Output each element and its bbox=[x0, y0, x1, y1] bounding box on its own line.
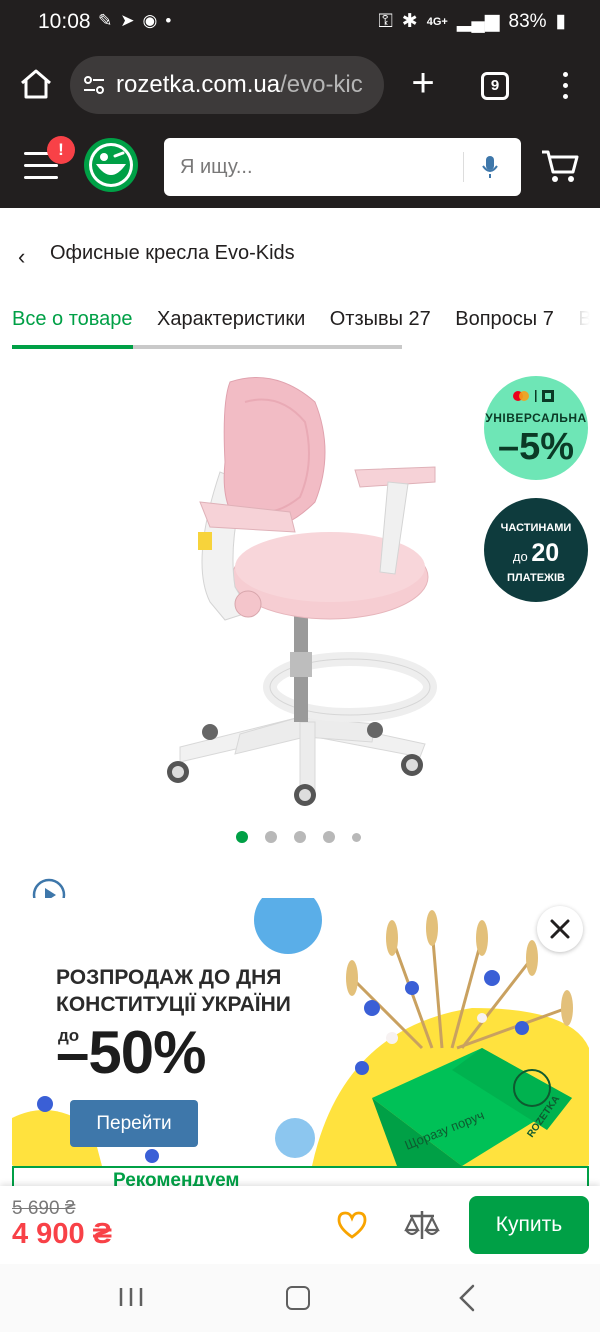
rozetka-logo[interactable] bbox=[82, 136, 140, 194]
microphone-icon[interactable] bbox=[482, 155, 498, 179]
tab-switcher-button[interactable]: 9 bbox=[481, 72, 509, 100]
browser-toolbar: rozetka.com.ua/evo-kic + 9 bbox=[0, 44, 600, 126]
site-header: ! Я ищу... bbox=[0, 126, 600, 208]
signal-icon: ▂▄▆ bbox=[456, 11, 500, 32]
clock: 10:08 bbox=[38, 10, 91, 33]
gallery-dot[interactable] bbox=[323, 831, 335, 843]
telegram-icon: ➤ bbox=[120, 11, 135, 30]
back-icon[interactable] bbox=[458, 1284, 476, 1312]
close-icon[interactable] bbox=[537, 906, 583, 952]
tabs-active-indicator bbox=[12, 345, 133, 349]
current-price: 4 900 ₴ bbox=[12, 1218, 112, 1250]
site-settings-icon[interactable] bbox=[82, 73, 106, 97]
status-notification-icons: ✎ ➤ ◉ • bbox=[98, 11, 171, 31]
key-icon: ⚿ bbox=[378, 10, 393, 32]
notification-badge: ! bbox=[47, 136, 75, 164]
compare-scales-icon[interactable] bbox=[404, 1208, 440, 1242]
system-nav-bar bbox=[0, 1264, 600, 1332]
buy-bar: 5 690 ₴ 4 900 ₴ Купить bbox=[0, 1186, 600, 1264]
installment-line3: ПЛАТЕЖІВ bbox=[506, 572, 566, 584]
old-price: 5 690 ₴ bbox=[12, 1198, 76, 1219]
tab-characteristics[interactable]: Характеристики bbox=[157, 296, 305, 331]
recent-apps-icon[interactable] bbox=[118, 1286, 144, 1308]
gallery-dot[interactable] bbox=[294, 831, 306, 843]
promo-line1: РОЗПРОДАЖ ДО ДНЯ bbox=[56, 966, 282, 989]
tab-questions[interactable]: Вопросы 7 bbox=[455, 296, 554, 331]
buy-button[interactable]: Купить bbox=[469, 1196, 589, 1254]
installment-line1: ЧАСТИНАМИ bbox=[500, 522, 572, 534]
promo-line2: КОНСТИТУЦІЇ УКРАЇНИ bbox=[56, 993, 291, 1016]
gallery-dot[interactable] bbox=[265, 831, 277, 843]
gallery-dot[interactable] bbox=[236, 831, 248, 843]
search-divider bbox=[463, 152, 464, 182]
url-text: rozetka.com.ua/evo-kic bbox=[116, 71, 372, 99]
product-tabs: Все о товаре Характеристики Отзывы 27 Во… bbox=[12, 296, 590, 352]
discount-label: УНІВЕРСАЛЬНА bbox=[485, 411, 587, 425]
payment-cards-icon bbox=[513, 390, 554, 402]
more-dot-icon: • bbox=[165, 11, 172, 30]
promo-banner[interactable]: Щоразу поруч ROZETKA РОЗПРОДАЖ ДО ДНЯ КО… bbox=[12, 898, 589, 1166]
breadcrumb[interactable]: ‹ Офисные кресла Evo-Kids bbox=[0, 230, 600, 278]
product-image[interactable] bbox=[150, 362, 450, 812]
home-nav-icon[interactable] bbox=[286, 1286, 310, 1310]
discount-value: –5% bbox=[497, 426, 575, 468]
status-bar: 10:08 ✎ ➤ ◉ • ⚿ ✱ 4G+ ▂▄▆ 83% ▮ bbox=[0, 0, 600, 44]
url-host: rozetka.com.ua bbox=[116, 71, 281, 98]
battery-icon: ▮ bbox=[555, 11, 566, 32]
gallery-dot[interactable] bbox=[352, 832, 361, 842]
home-icon[interactable] bbox=[18, 66, 54, 102]
network-type: 4G+ bbox=[426, 15, 448, 28]
status-system-icons: ⚿ ✱ 4G+ ▂▄▆ 83% ▮ bbox=[378, 10, 566, 33]
search-placeholder: Я ищу... bbox=[180, 156, 253, 178]
heart-icon[interactable] bbox=[336, 1210, 368, 1240]
url-bar[interactable]: rozetka.com.ua/evo-kic bbox=[70, 56, 384, 114]
gallery-pagination bbox=[236, 830, 361, 844]
cart-icon[interactable] bbox=[540, 148, 580, 184]
chevron-left-icon: ‹ bbox=[18, 244, 26, 269]
installment-prefix: до bbox=[512, 549, 528, 564]
universal-discount-badge[interactable]: УНІВЕРСАЛЬНА –5% bbox=[484, 376, 588, 480]
tab-reviews[interactable]: Отзывы 27 bbox=[330, 296, 431, 331]
installment-badge[interactable]: ЧАСТИНАМИ до 20 ПЛАТЕЖІВ bbox=[484, 498, 588, 602]
url-path: /evo-kic bbox=[280, 71, 363, 98]
tabs-fade bbox=[566, 296, 590, 342]
promo-percent: –50% bbox=[56, 1019, 206, 1086]
installment-number: 20 bbox=[531, 539, 560, 567]
bluetooth-icon: ✱ bbox=[401, 11, 418, 32]
search-input[interactable]: Я ищу... bbox=[164, 138, 521, 196]
browser-menu-button[interactable] bbox=[556, 70, 574, 100]
breadcrumb-label: Офисные кресла Evo-Kids bbox=[50, 242, 295, 264]
battery-percent: 83% bbox=[508, 10, 547, 32]
new-tab-button[interactable]: + bbox=[404, 63, 442, 104]
promo-go-button[interactable]: Перейти bbox=[70, 1100, 198, 1147]
tab-all-about[interactable]: Все о товаре bbox=[12, 296, 133, 331]
installment-line2: до 20 bbox=[484, 539, 588, 568]
megaphone-icon: ◉ bbox=[142, 11, 158, 30]
mute-icon: ✎ bbox=[98, 11, 113, 30]
